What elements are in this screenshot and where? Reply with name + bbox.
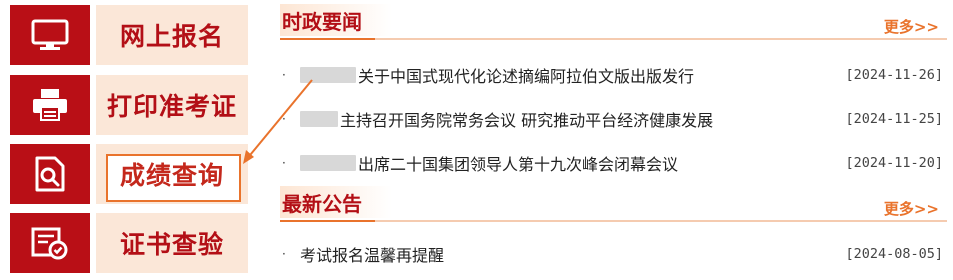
section-divider (280, 38, 947, 40)
news-item[interactable]: · 关于中国式现代化论述摘编阿拉伯文版出版发行 [2024-11-26] (282, 62, 943, 88)
notice-section-header: 最新公告 更多>> (280, 186, 947, 226)
quick-link-label: 证书查验 (119, 230, 224, 259)
redacted-name (300, 155, 356, 171)
news-item-date: [2024-11-26] (845, 67, 943, 83)
search-document-icon (10, 144, 90, 204)
bullet-icon: · (282, 68, 286, 82)
news-item-title[interactable]: 出席二十国集团领导人第十九次峰会闭幕会议 (358, 151, 825, 175)
redacted-name (300, 111, 338, 127)
notice-section-title: 最新公告 (280, 186, 392, 218)
news-section-header: 时政要闻 更多>> (280, 4, 947, 44)
quick-link-certificate-verification[interactable]: 证书查验 (10, 213, 248, 273)
news-item-date: [2024-11-25] (845, 111, 943, 127)
notice-item[interactable]: · 考试报名温馨再提醒 [2024-08-05] (282, 241, 943, 267)
bullet-icon: · (282, 247, 286, 261)
news-section-title: 时政要闻 (280, 4, 392, 36)
printer-icon (10, 75, 90, 135)
news-item[interactable]: · 主持召开国务院常务会议 研究推动平台经济健康发展 [2024-11-25] (282, 106, 943, 132)
news-item-title[interactable]: 关于中国式现代化论述摘编阿拉伯文版出版发行 (358, 63, 825, 87)
quick-link-label: 打印准考证 (106, 92, 237, 121)
notice-more-link[interactable]: 更多>> (884, 198, 939, 219)
notice-item-date: [2024-08-05] (845, 246, 943, 262)
news-more-link[interactable]: 更多>> (884, 16, 939, 37)
redacted-name (300, 67, 356, 83)
bullet-icon: · (282, 112, 286, 126)
quick-link-label: 网上报名 (119, 22, 224, 51)
certificate-check-icon (10, 213, 90, 273)
news-item-title[interactable]: 主持召开国务院常务会议 研究推动平台经济健康发展 (340, 107, 825, 131)
quick-link-score-inquiry[interactable]: 成绩查询 (10, 144, 248, 204)
quick-link-print-admission-ticket[interactable]: 打印准考证 (10, 75, 248, 135)
news-item[interactable]: · 出席二十国集团领导人第十九次峰会闭幕会议 [2024-11-20] (282, 150, 943, 176)
section-divider (280, 220, 947, 222)
notice-item-title[interactable]: 考试报名温馨再提醒 (300, 242, 825, 266)
quick-link-online-registration[interactable]: 网上报名 (10, 5, 248, 65)
bullet-icon: · (282, 156, 286, 170)
monitor-icon (10, 5, 90, 65)
news-item-date: [2024-11-20] (845, 155, 943, 171)
quick-link-label: 成绩查询 (119, 161, 224, 190)
